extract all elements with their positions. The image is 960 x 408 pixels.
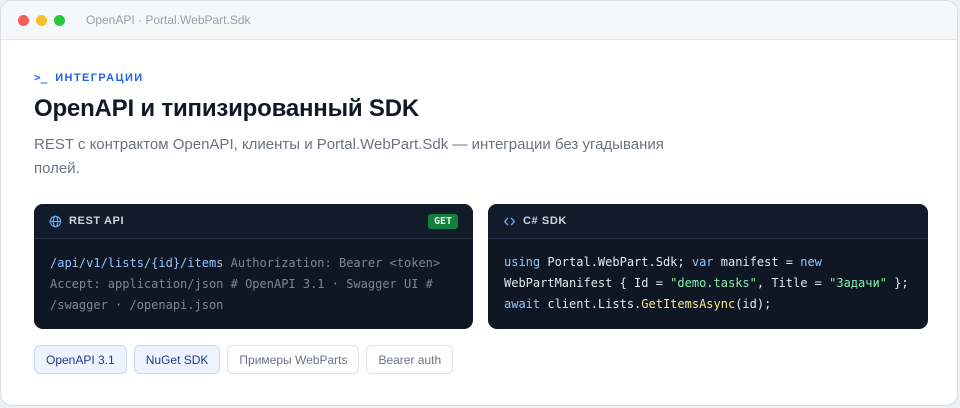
tag-webpart-examples[interactable]: Примеры WebParts — [227, 345, 360, 374]
method-name: GetItemsAsync — [641, 297, 736, 311]
http-method-badge: GET — [427, 213, 458, 229]
window-title: OpenAPI · Portal.WebPart.Sdk — [86, 13, 251, 27]
sdk-code-block: using Portal.WebPart.Sdk; var manifest =… — [488, 239, 928, 315]
tag-bearer-auth[interactable]: Bearer auth — [366, 345, 454, 374]
eyebrow-label: ИНТЕГРАЦИИ — [55, 71, 144, 84]
rest-api-panel-header: REST API GET — [34, 204, 473, 239]
tag-openapi[interactable]: OpenAPI 3.1 — [34, 345, 127, 374]
csharp-sdk-panel: C# SDK using Portal.WebPart.Sdk; var man… — [488, 204, 928, 329]
terminal-prompt-icon: >_ — [34, 71, 48, 84]
keyword-var: var — [691, 255, 714, 269]
keyword-new: new — [800, 255, 822, 269]
code-text: }; — [886, 276, 909, 290]
code-text: WebPartManifest { Id = — [504, 276, 671, 290]
endpoint-path: /api/v1/lists/{id}/items — [50, 256, 224, 270]
csharp-sdk-panel-header: C# SDK — [488, 204, 928, 239]
globe-icon — [49, 215, 62, 228]
maximize-window-button[interactable] — [54, 14, 65, 26]
string-literal-title: "Задачи" — [829, 276, 887, 290]
code-brackets-icon — [503, 215, 516, 228]
close-window-button[interactable] — [18, 14, 29, 26]
code-text: client.Lists. — [540, 297, 642, 311]
minimize-window-button[interactable] — [36, 14, 47, 26]
tag-list: OpenAPI 3.1 NuGet SDK Примеры WebParts B… — [34, 345, 454, 374]
section-eyebrow: >_ ИНТЕГРАЦИИ — [34, 71, 144, 84]
title-bar: OpenAPI · Portal.WebPart.Sdk — [1, 1, 957, 40]
rest-code-block: /api/v1/lists/{id}/items Authorization: … — [34, 239, 473, 316]
code-text: manifest = — [713, 255, 801, 269]
csharp-sdk-panel-title: C# SDK — [523, 215, 567, 227]
rest-api-panel-title: REST API — [69, 215, 125, 227]
tag-nuget-sdk[interactable]: NuGet SDK — [133, 345, 221, 374]
string-literal-id: "demo.tasks" — [670, 276, 757, 290]
keyword-using: using — [504, 255, 541, 269]
code-text: , Title = — [756, 276, 830, 290]
page-title: OpenAPI и типизированный SDK — [34, 95, 419, 122]
code-text: (id); — [735, 297, 772, 311]
keyword-await: await — [504, 297, 541, 311]
rest-api-panel: REST API GET /api/v1/lists/{id}/items Au… — [34, 204, 473, 329]
page-subtitle: REST с контрактом OpenAPI, клиенты и Por… — [34, 136, 664, 177]
code-text: Portal.WebPart.Sdk; — [540, 255, 692, 269]
app-window: OpenAPI · Portal.WebPart.Sdk >_ ИНТЕГРАЦ… — [0, 0, 958, 406]
